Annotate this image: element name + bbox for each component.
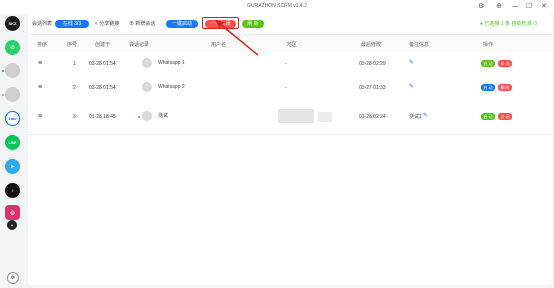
blurred-region [318,112,332,122]
start-button[interactable]: 启 动 [481,84,495,91]
online-count-badge: 在线 3/3 [55,20,89,28]
start-all-button[interactable]: 一键启动 [166,20,198,28]
more-apps-icon[interactable]: ⌄ [7,220,17,230]
col-user: 用户名 [211,42,227,48]
telegram-icon[interactable]: ➤ [5,159,20,174]
avatar [142,82,152,92]
blurred-region [278,109,314,123]
title-bar: GURAZHON SCRM v1.4.2 ⚙ ⊕ — ☐ ✕ [0,0,554,14]
drag-handle-icon[interactable]: ≡ [38,60,42,68]
refresh-icon[interactable]: ⟳ [7,272,19,284]
row-index: 2 [73,85,76,91]
session-name: 测试 [158,113,169,119]
edit-note-icon[interactable]: ✎ [409,83,414,91]
note-text: 测试1 [409,114,422,120]
connection-status: ● 已连接 1 条 自动检测 ⊙ [480,21,538,27]
row-index: 3 [73,114,76,120]
col-created: 创建于 [95,42,111,48]
account-avatar-icon[interactable] [5,87,20,102]
created-time: 03-28 01:54 [89,85,116,91]
edit-note-icon[interactable]: ✎ [409,59,414,67]
instagram-icon[interactable]: ◎ [5,205,20,220]
created-time: 01-28 18:45 [89,114,116,120]
line-icon[interactable]: LINE [5,135,20,150]
col-note: 备注信息 [409,42,430,48]
refresh-button[interactable]: 刷 新 [242,20,264,28]
table-header: 排序 序号 创建于 会话记录 用户名 地区 最后修改 备注信息 操作 [28,34,552,54]
modified-time: 03-28 02:29 [359,61,386,67]
avatar [142,111,152,121]
region: - [285,61,287,67]
close-button[interactable]: 关 闭 [498,60,512,67]
drag-handle-icon[interactable]: ≡ [38,84,42,92]
session-name: Whatsapp 2 [158,84,185,90]
modified-time: 03-28 02:24 [359,114,386,120]
row-index: 1 [73,61,76,67]
settings-icon[interactable]: ⚙ [478,2,484,12]
maximize-icon[interactable]: ☐ [526,2,532,12]
start-button[interactable]: 启 动 [481,60,495,67]
close-icon[interactable]: ✕ [541,2,547,12]
region: - [285,85,287,91]
main-panel: 会话列表 在线 3/3 < 分享链接 ⊕ 新增会话 一键启动 一键关闭 刷 新 … [28,14,552,285]
add-session-button[interactable]: ⊕ 新增会话 [129,20,155,28]
close-all-button[interactable]: 一键关闭 [205,20,236,28]
session-name: Whatsapp 1 [158,60,185,66]
col-sort: 排序 [37,42,48,48]
brand-logo[interactable]: SKZ [5,16,20,31]
table-row[interactable]: ≡ 3 01-28 18:45 测试 03-28 02:24 测试1 ✎ 启 动… [28,100,552,135]
online-dot [2,70,4,72]
zalo-icon[interactable]: Zalo [5,111,20,126]
col-actions: 操作 [483,42,494,48]
col-modified: 最后修改 [361,42,382,48]
tiktok-icon[interactable]: ♪ [5,183,20,198]
modified-time: 03-27 01:33 [359,85,386,91]
start-button[interactable]: 启 动 [481,113,495,120]
avatar [142,58,152,68]
sidebar: SKZ ✆ Zalo LINE ➤ ♪ ◎ ⌄ ⟳ [0,14,26,288]
whatsapp-icon[interactable]: ✆ [5,40,20,55]
table-row[interactable]: ≡ 2 03-28 01:54 Whatsapp 2 - 03-27 01:33… [28,76,552,101]
col-region: 地区 [287,42,298,48]
app-title: GURAZHON SCRM v1.4.2 [247,3,307,9]
created-time: 03-28 01:54 [89,61,116,67]
edit-note-icon[interactable]: ✎ [423,112,428,120]
col-session: 会话记录 [129,42,150,48]
account-avatar-icon[interactable] [5,63,20,78]
share-link-button[interactable]: < 分享链接 [95,20,119,28]
table-row[interactable]: ≡ 1 03-28 01:54 Whatsapp 1 - 03-28 02:29… [28,52,552,77]
close-button[interactable]: 关 闭 [498,113,512,120]
conversations-label: 会话列表 [32,21,53,27]
pin-icon[interactable]: ⊕ [496,2,502,12]
toolbar: 会话列表 在线 3/3 < 分享链接 ⊕ 新增会话 一键启动 一键关闭 刷 新 … [28,14,552,34]
online-dot [138,116,140,118]
offline-dot [2,94,4,96]
col-index: 序号 [67,42,78,48]
minimize-icon[interactable]: — [512,2,519,12]
drag-handle-icon[interactable]: ≡ [38,113,42,121]
delete-button[interactable]: 删 除 [498,84,512,91]
